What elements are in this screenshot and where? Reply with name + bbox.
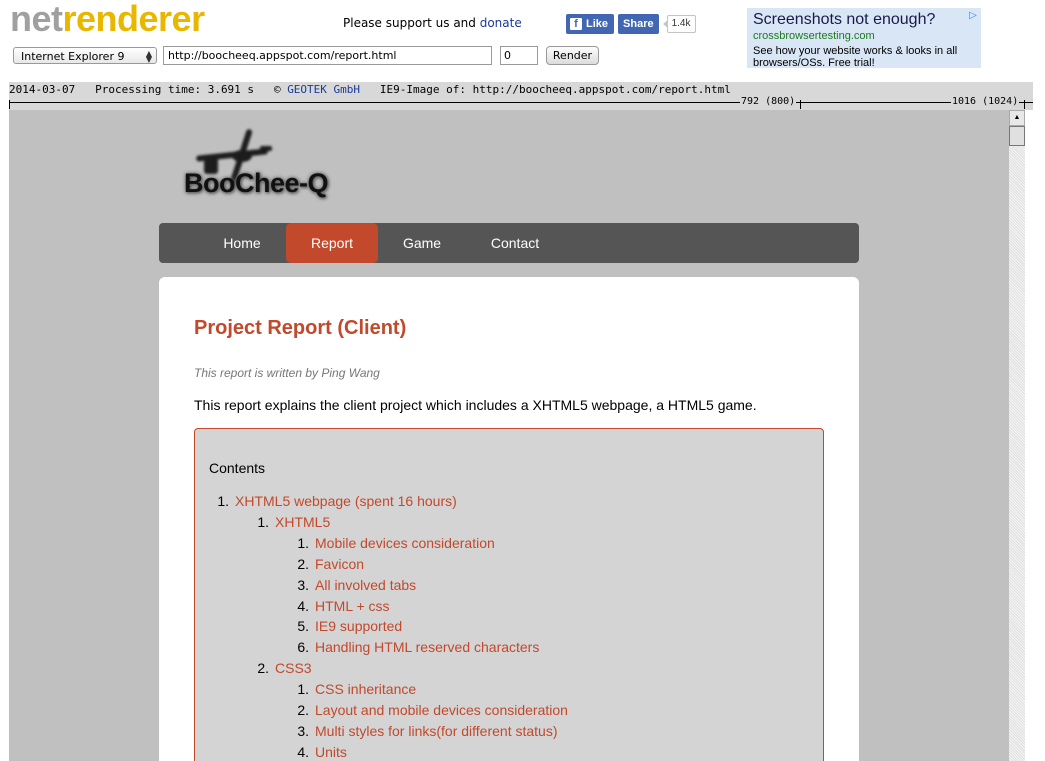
toc-item-number: 1. (297, 534, 309, 551)
nav-contact[interactable]: Contact (477, 223, 553, 263)
toc-item[interactable]: 4. Units (295, 744, 347, 760)
processing-time: Processing time: 3.691 s (95, 83, 255, 96)
render-button[interactable]: Render (546, 46, 599, 65)
toc-item-number: 3. (297, 722, 309, 739)
toc-item[interactable]: 1. XHTML5 webpage (spent 16 hours) (215, 493, 457, 509)
browser-select[interactable]: Internet Explorer 9 ▲ ▼ (13, 47, 157, 64)
scroll-thumb[interactable] (1009, 126, 1025, 146)
support-label: Please support us and (343, 16, 476, 30)
logo-net: net (10, 0, 63, 39)
toc-item-link[interactable]: Units (315, 744, 347, 760)
toc-item-number: 1. (297, 681, 309, 698)
ad-banner[interactable]: Screenshots not enough? crossbrowsertest… (747, 8, 981, 69)
fb-like-count: 1.4k (662, 15, 696, 33)
donate-link[interactable]: donate (480, 16, 522, 30)
adchoices-icon[interactable]: ▷ (967, 10, 979, 22)
geotek-link[interactable]: GEOTEK GmbH (287, 83, 360, 96)
toc-item[interactable]: 5. IE9 supported (295, 618, 402, 634)
facebook-icon: f (570, 18, 582, 30)
toc-item[interactable]: 6. Handling HTML reserved characters (295, 639, 539, 655)
toc-heading: Contents (209, 460, 266, 476)
toc-item-link[interactable]: Handling HTML reserved characters (315, 639, 539, 655)
fb-share-button[interactable]: Share (618, 14, 659, 34)
byline: This report is written by Ping Wang (194, 366, 380, 380)
toc-item-link[interactable]: HTML + css (315, 598, 390, 614)
nav-home[interactable]: Home (206, 223, 278, 263)
nav-report[interactable]: Report (286, 223, 378, 263)
content-card: Project Report (Client) This report is w… (159, 277, 859, 761)
site-brand: BooChee-Q (184, 168, 329, 198)
fb-like-button[interactable]: f Like (566, 14, 615, 34)
ad-url[interactable]: crossbrowsertesting.com (753, 30, 975, 43)
toc-item[interactable]: 3. Multi styles for links(for different s… (295, 723, 557, 739)
netrenderer-logo[interactable]: netrenderer (10, 0, 205, 40)
toc-item[interactable]: 3. All involved tabs (295, 577, 416, 593)
toc-item-link[interactable]: Multi styles for links(for different sta… (315, 723, 557, 739)
toc-item-link[interactable]: XHTML5 (275, 514, 330, 530)
site-nav: Home Report Game Contact (159, 223, 859, 263)
info-bar: 2014-03-07 Processing time: 3.691 s © GE… (9, 82, 1033, 110)
table-of-contents: Contents 1. XHTML5 webpage (spent 16 hour… (194, 428, 824, 761)
toc-item[interactable]: 1. CSS inheritance (295, 681, 416, 697)
page-title: Project Report (Client) (194, 317, 407, 339)
toc-item-number: 1. (217, 493, 229, 509)
toc-item-link[interactable]: Mobile devices consideration (315, 535, 495, 551)
toc-item-link[interactable]: Favicon (315, 556, 364, 572)
delay-input[interactable]: 0 (500, 46, 538, 65)
toc-item-link[interactable]: CSS3 (275, 660, 312, 676)
toc-item-number: 3. (297, 576, 309, 593)
toc-item-number: 4. (297, 743, 309, 760)
toc-item-number: 4. (297, 597, 309, 614)
toc-item-number: 2. (297, 555, 309, 572)
toc-item-number: 5. (297, 618, 309, 635)
toc-item-link[interactable]: CSS inheritance (315, 681, 416, 697)
toc-item-number: 2. (297, 702, 309, 718)
copyright-symbol: © (273, 83, 281, 96)
rendered-page: BooChee-Q Home Report Game Contact Proje… (9, 110, 1009, 761)
ad-title[interactable]: Screenshots not enough? (753, 10, 975, 30)
toc-item[interactable]: 1. XHTML5 (255, 514, 330, 530)
toc-item-link[interactable]: IE9 supported (315, 618, 402, 634)
nav-game[interactable]: Game (385, 223, 459, 263)
render-date: 2014-03-07 (9, 83, 76, 96)
toc-item-link[interactable]: XHTML5 webpage (spent 16 hours) (235, 493, 457, 509)
support-text: Please support us and donate (343, 16, 522, 30)
toc-item[interactable]: 2. Favicon (295, 556, 364, 572)
toc-item-link[interactable]: All involved tabs (315, 577, 416, 593)
toc-item-link[interactable]: Layout and mobile devices consideration (315, 702, 568, 718)
info-text: 2014-03-07 Processing time: 3.691 s © GE… (9, 83, 731, 96)
toc-item[interactable]: 4. HTML + css (295, 597, 390, 614)
toc-item[interactable]: 2. CSS3 (255, 660, 312, 677)
toc-item-number: 6. (297, 639, 309, 656)
intro-text: This report explains the client project … (194, 397, 757, 413)
image-of-label: IE9-Image of: http://boocheeq.appspot.co… (379, 83, 731, 96)
vertical-scrollbar[interactable]: ▲ (1009, 110, 1025, 761)
fb-like-label: Like (586, 18, 609, 30)
toc-item-number: 1. (257, 513, 269, 530)
ruler-mark-800: 792 (800) (740, 96, 797, 107)
ad-text: See how your website works & looks in al… (753, 45, 958, 69)
width-ruler: 792 (800) 1016 (1024) (9, 96, 1033, 110)
scroll-up-icon[interactable]: ▲ (1009, 110, 1025, 126)
url-input[interactable]: http://boocheeq.appspot.com/report.html (163, 46, 492, 65)
facebook-widget: f Like Share 1.4k (566, 14, 696, 34)
site-logo[interactable]: BooChee-Q (184, 126, 354, 201)
toc-item-number: 2. (257, 660, 269, 677)
ruler-mark-1024: 1016 (1024) (951, 96, 1020, 107)
toc-item[interactable]: 1. Mobile devices consideration (295, 534, 495, 551)
toc-item[interactable]: 2. Layout and mobile devices consideratio… (295, 702, 568, 718)
logo-renderer: renderer (62, 0, 206, 39)
browser-select-value: Internet Explorer 9 (21, 50, 125, 63)
